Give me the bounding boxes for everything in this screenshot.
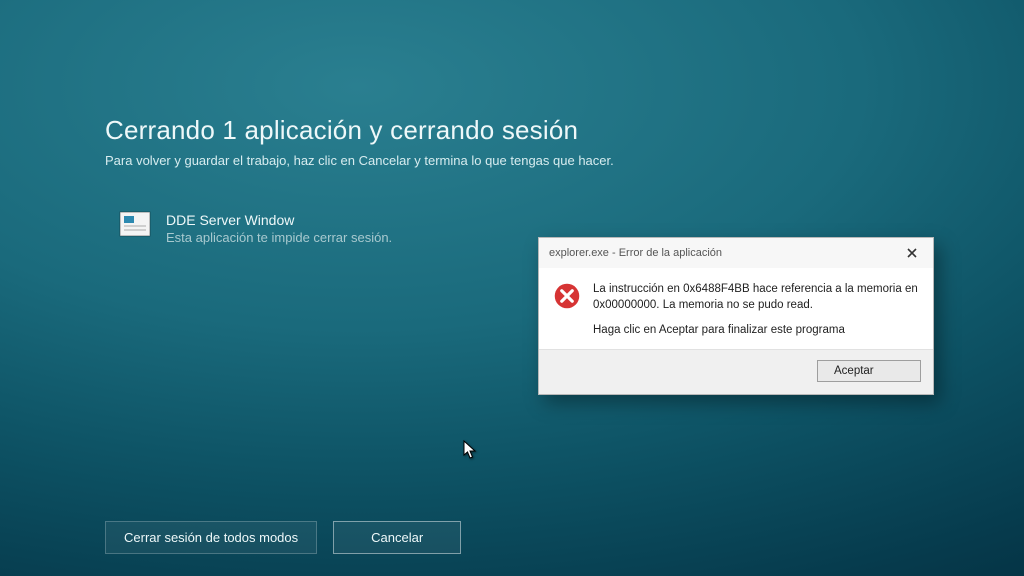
page-title: Cerrando 1 aplicación y cerrando sesión xyxy=(105,115,745,146)
mouse-cursor-icon xyxy=(463,440,477,460)
dialog-body: La instrucción en 0x6488F4BB hace refere… xyxy=(539,268,933,349)
dialog-titlebar[interactable]: explorer.exe - Error de la aplicación xyxy=(539,238,933,268)
force-logoff-button[interactable]: Cerrar sesión de todos modos xyxy=(105,521,317,554)
error-icon xyxy=(553,282,581,310)
logoff-header: Cerrando 1 aplicación y cerrando sesión … xyxy=(105,115,745,170)
error-dialog: explorer.exe - Error de la aplicación La… xyxy=(538,237,934,395)
dialog-ok-button[interactable]: Aceptar xyxy=(817,360,921,382)
dialog-message: La instrucción en 0x6488F4BB hace refere… xyxy=(593,282,919,339)
blocking-app-row: DDE Server Window Esta aplicación te imp… xyxy=(120,212,392,245)
action-button-bar: Cerrar sesión de todos modos Cancelar xyxy=(105,521,461,554)
dialog-message-line1: La instrucción en 0x6488F4BB hace refere… xyxy=(593,282,919,313)
dialog-close-button[interactable] xyxy=(897,242,927,264)
app-thumbnail-icon xyxy=(120,212,150,236)
page-subtitle: Para volver y guardar el trabajo, haz cl… xyxy=(105,152,745,170)
close-icon xyxy=(907,248,917,258)
cancel-button[interactable]: Cancelar xyxy=(333,521,461,554)
dialog-action-bar: Aceptar xyxy=(539,349,933,394)
blocking-app-desc: Esta aplicación te impide cerrar sesión. xyxy=(166,230,392,245)
blocking-app-name: DDE Server Window xyxy=(166,212,392,228)
dialog-message-line2: Haga clic en Aceptar para finalizar este… xyxy=(593,323,919,339)
dialog-title: explorer.exe - Error de la aplicación xyxy=(549,247,722,259)
blocking-app-text: DDE Server Window Esta aplicación te imp… xyxy=(166,212,392,245)
